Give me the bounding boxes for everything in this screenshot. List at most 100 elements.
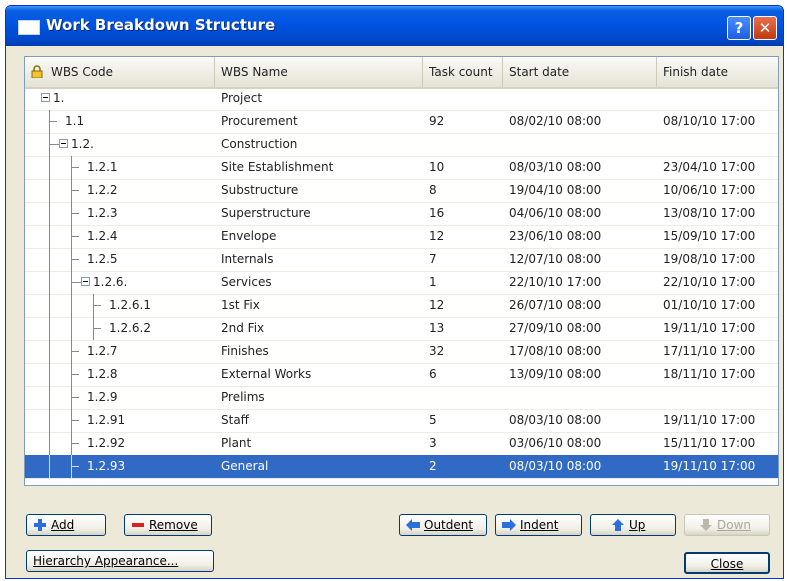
task-count: 5 — [429, 413, 437, 427]
up-button[interactable]: Up — [590, 514, 676, 536]
table-row[interactable]: 1.2.4 Envelope 12 23/06/10 08:00 15/09/10 17… — [25, 225, 778, 249]
collapse-toggle-icon[interactable] — [59, 139, 68, 148]
remove-button[interactable]: Remove — [124, 514, 212, 536]
wbs-name: Superstructure — [221, 206, 311, 220]
table-row[interactable]: 1.2.92 Plant 3 03/06/10 08:00 15/11/10 17:00 — [25, 432, 778, 456]
collapse-toggle-icon[interactable] — [81, 277, 90, 286]
finish-date: 23/04/10 17:00 — [663, 160, 756, 174]
tree-guide-line — [71, 386, 72, 409]
tree-guide-line — [49, 363, 50, 386]
task-count: 3 — [429, 436, 437, 450]
tree-guide-line — [71, 271, 72, 294]
close-button[interactable]: Close — [684, 552, 770, 574]
column-header-task-count[interactable]: Task count — [423, 57, 503, 87]
table-row[interactable]: 1.2.3 Superstructure 16 04/06/10 08:00 13/08… — [25, 202, 778, 226]
start-date: 04/06/10 08:00 — [509, 206, 602, 220]
start-date: 23/06/10 08:00 — [509, 229, 602, 243]
table-row[interactable]: 1.2.91 Staff 5 08/03/10 08:00 19/11/10 17:00 — [25, 409, 778, 433]
tree-guide-line — [71, 432, 72, 455]
collapse-toggle-icon[interactable] — [41, 93, 50, 102]
table-row[interactable]: 1.2.1 Site Establishment 10 08/03/10 08:00 2… — [25, 156, 778, 180]
tree-guide-line — [71, 455, 72, 478]
wbs-name: Prelims — [221, 390, 265, 404]
tree-guide-line — [49, 133, 50, 156]
tree-connector — [93, 328, 101, 329]
tree-guide-line — [71, 202, 72, 225]
tree-cell: 1.2.6.2 — [25, 317, 215, 340]
tree-connector — [71, 282, 81, 283]
tree-guide-line — [49, 271, 50, 294]
table-row[interactable]: 1.2.6.2 2nd Fix 13 27/09/10 08:00 19/11/10 1… — [25, 317, 778, 341]
tree-cell: 1.2.6.1 — [25, 294, 215, 317]
wbs-tree-grid[interactable]: WBS Code WBS Name Task count Start date … — [24, 56, 779, 486]
start-date: 08/03/10 08:00 — [509, 413, 602, 427]
tree-cell: 1.2.8 — [25, 363, 215, 386]
tree-cell: 1.2.92 — [25, 432, 215, 455]
add-button[interactable]: Add — [26, 514, 106, 536]
table-row[interactable]: 1.2.6.1 1st Fix 12 26/07/10 08:00 01/10/10 1… — [25, 294, 778, 318]
table-row[interactable]: 1.2.9 Prelims — [25, 386, 778, 410]
tree-connector — [71, 443, 79, 444]
wbs-dialog: Work Breakdown Structure ? ✕ WBS Code WB… — [5, 5, 784, 579]
table-row[interactable]: 1.2.2 Substructure 8 19/04/10 08:00 10/06/10… — [25, 179, 778, 203]
table-row[interactable]: 1.2.5 Internals 7 12/07/10 08:00 19/08/10 17… — [25, 248, 778, 272]
finish-date: 22/10/10 17:00 — [663, 275, 756, 289]
tree-guide-line — [49, 294, 50, 317]
tree-guide-line — [93, 294, 94, 317]
down-button[interactable]: Down — [684, 514, 770, 536]
task-count: 16 — [429, 206, 445, 220]
hierarchy-appearance-button[interactable]: Hierarchy Appearance... — [26, 550, 214, 572]
wbs-code: 1.2.6.1 — [109, 298, 151, 312]
tree-connector — [71, 259, 79, 260]
table-row[interactable]: 1.2.7 Finishes 32 17/08/10 08:00 17/11/10 17… — [25, 340, 778, 364]
table-row[interactable]: 1.2. Construction — [25, 133, 778, 157]
wbs-code: 1.2.93 — [87, 459, 126, 473]
table-row[interactable]: 1.2.93 General 2 08/03/10 08:00 19/11/10 17:… — [25, 455, 778, 479]
indent-label: Indent — [520, 518, 559, 532]
tree-cell: 1.2.2 — [25, 179, 215, 202]
finish-date: 01/10/10 17:00 — [663, 298, 756, 312]
outdent-label: Outdent — [424, 518, 474, 532]
tree-cell: 1.2.7 — [25, 340, 215, 363]
close-window-button[interactable]: ✕ — [753, 16, 777, 40]
wbs-code: 1.2.91 — [87, 413, 126, 427]
tree-guide-line — [71, 363, 72, 386]
column-header-start-date[interactable]: Start date — [503, 57, 657, 87]
column-header-finish-date[interactable]: Finish date — [657, 57, 778, 87]
tree-guide-line — [49, 317, 50, 340]
tree-connector — [71, 190, 79, 191]
tree-cell: 1.2.93 — [25, 455, 215, 478]
wbs-code: 1.2.6.2 — [109, 321, 151, 335]
table-row[interactable]: 1.1 Procurement 92 08/02/10 08:00 08/10/10 1… — [25, 110, 778, 134]
tree-connector — [71, 167, 79, 168]
column-header-wbs-code[interactable]: WBS Code — [25, 57, 215, 87]
task-count: 1 — [429, 275, 437, 289]
task-count: 12 — [429, 229, 445, 243]
wbs-name: External Works — [221, 367, 312, 381]
help-button[interactable]: ? — [727, 16, 751, 40]
tree-guide-line — [49, 110, 50, 133]
title-bar[interactable]: Work Breakdown Structure ? ✕ — [6, 6, 783, 46]
wbs-name: 2nd Fix — [221, 321, 265, 335]
wbs-code: 1. — [53, 91, 65, 105]
start-date: 03/06/10 08:00 — [509, 436, 602, 450]
tree-connector — [93, 305, 101, 306]
indent-button[interactable]: Indent — [495, 514, 582, 536]
column-header-wbs-name[interactable]: WBS Name — [215, 57, 423, 87]
table-row[interactable]: 1. Project — [25, 87, 778, 111]
finish-date: 17/11/10 17:00 — [663, 344, 756, 358]
table-row[interactable]: 1.2.8 External Works 6 13/09/10 08:00 18/11/… — [25, 363, 778, 387]
wbs-code: 1.1 — [65, 114, 85, 128]
outdent-button[interactable]: Outdent — [399, 514, 487, 536]
tree-connector — [71, 420, 79, 421]
tree-guide-line — [49, 179, 50, 202]
finish-date: 19/11/10 17:00 — [663, 321, 756, 335]
minus-icon — [132, 523, 144, 527]
tree-guide-line — [49, 202, 50, 225]
tree-cell: 1.2.1 — [25, 156, 215, 179]
tree-guide-line — [71, 409, 72, 432]
wbs-code: 1.2.4 — [87, 229, 118, 243]
tree-guide-line — [71, 248, 72, 271]
table-row[interactable]: 1.2.6. Services 1 22/10/10 17:00 22/10/10 17… — [25, 271, 778, 295]
tree-guide-line — [71, 317, 72, 340]
